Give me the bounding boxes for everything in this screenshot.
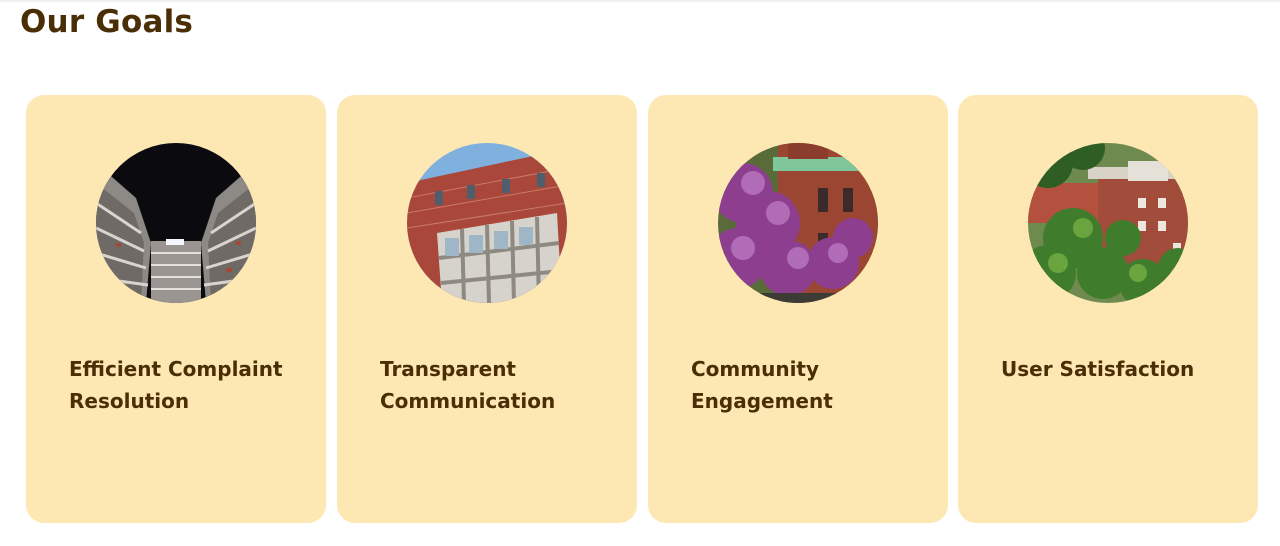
goal-label: User Satisfaction: [1001, 357, 1195, 381]
goal-image-campus: [1028, 143, 1188, 303]
goal-image-facade: [407, 143, 567, 303]
goal-image-atrium: [96, 143, 256, 303]
section-title: Our Goals: [20, 4, 194, 40]
goal-image-purple-trees: [718, 143, 878, 303]
top-border: [0, 0, 1280, 2]
goal-label: Transparent Communication: [380, 357, 556, 413]
goal-label: Efficient Complaint Resolution: [69, 357, 283, 413]
goals-card-list: Efficient Complaint Resolution Transpare…: [26, 95, 1258, 523]
goal-card-community-engagement[interactable]: Community Engagement: [648, 95, 948, 523]
goal-card-transparent-communication[interactable]: Transparent Communication: [337, 95, 637, 523]
goal-card-user-satisfaction[interactable]: User Satisfaction: [958, 95, 1258, 523]
goal-label: Community Engagement: [691, 357, 833, 413]
goal-card-complaint-resolution[interactable]: Efficient Complaint Resolution: [26, 95, 326, 523]
